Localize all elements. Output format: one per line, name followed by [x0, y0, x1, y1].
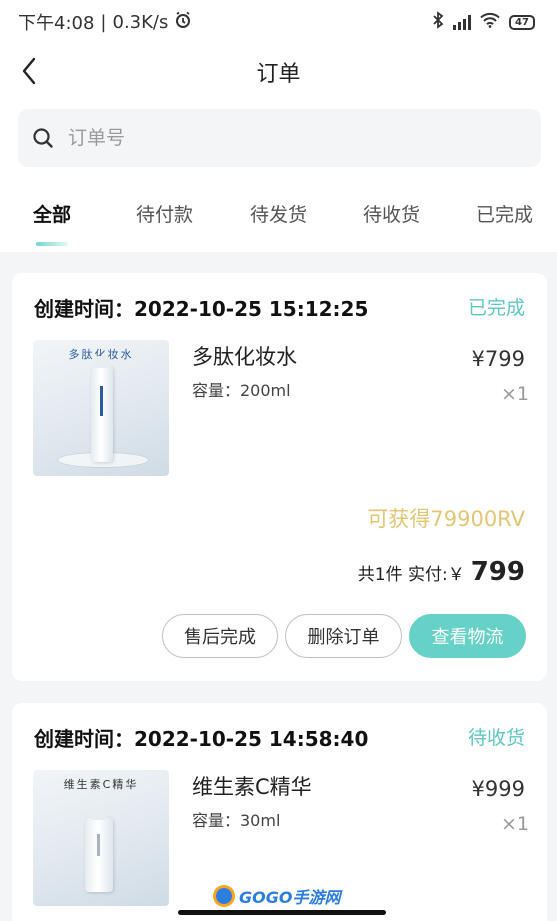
- signal-icon: [453, 14, 471, 30]
- product-image[interactable]: 维生素C精华: [33, 770, 169, 906]
- status-net-speed: 0.3K/s: [112, 11, 169, 33]
- page-title: 订单: [256, 62, 301, 87]
- alarm-icon: [174, 11, 192, 34]
- search-box[interactable]: [18, 109, 541, 167]
- product-quantity: ×1: [500, 813, 529, 835]
- tab-pending-shipment[interactable]: 待发货: [250, 200, 307, 227]
- product-bottle: [85, 804, 113, 892]
- status-right: 47: [432, 11, 535, 33]
- order-total-label: 共1件 实付:￥: [357, 565, 465, 585]
- product-name: 多肽化妆水: [192, 345, 297, 369]
- product-image[interactable]: 多肽化妆水: [33, 340, 169, 476]
- watermark-logo-icon: [213, 885, 235, 907]
- bluetooth-icon: [432, 11, 444, 33]
- product-price: ¥799: [471, 347, 525, 371]
- product-spec: 容量：30ml: [192, 811, 281, 830]
- product-spec: 容量：200ml: [192, 381, 291, 400]
- order-tabs: 全部 待付款 待发货 待收货 已完成: [0, 184, 557, 252]
- order-created-time: 创建时间：2022-10-25 15:12:25: [34, 297, 369, 321]
- view-logistics-button[interactable]: 查看物流: [409, 614, 526, 658]
- order-created-time: 创建时间：2022-10-25 14:58:40: [34, 727, 369, 751]
- order-total-amount: 799: [470, 557, 525, 587]
- order-total: 共1件 实付:￥ 799: [358, 557, 525, 587]
- product-name: 维生素C精华: [192, 775, 312, 799]
- wifi-icon: [480, 12, 500, 32]
- tab-completed[interactable]: 已完成: [476, 200, 533, 227]
- after-sales-button[interactable]: 售后完成: [162, 614, 278, 658]
- status-time: 下午4:08: [18, 13, 95, 34]
- product-image-caption: 维生素C精华: [63, 778, 139, 791]
- nav-bar: 订单: [0, 44, 557, 98]
- tab-all[interactable]: 全部: [33, 200, 71, 227]
- search-section: [0, 98, 557, 184]
- home-indicator[interactable]: [178, 910, 386, 915]
- status-separator: |: [100, 11, 107, 33]
- tab-pending-receipt[interactable]: 待收货: [363, 200, 420, 227]
- tab-indicator: [36, 242, 68, 246]
- status-bar: 下午4:08 | 0.3K/s 47: [0, 0, 557, 44]
- delete-order-button[interactable]: 删除订单: [285, 614, 402, 658]
- product-quantity: ×1: [500, 383, 529, 405]
- order-card[interactable]: 创建时间：2022-10-25 15:12:25 已完成 多肽化妆水 多肽化妆水…: [12, 273, 547, 681]
- watermark-text: GOGO手游网: [239, 888, 341, 907]
- order-status: 已完成: [467, 297, 525, 319]
- search-icon: [33, 128, 53, 148]
- product-price: ¥999: [471, 777, 525, 801]
- product-bottle: [91, 356, 113, 462]
- status-left: 下午4:08 | 0.3K/s: [18, 9, 192, 35]
- order-status: 待收货: [467, 727, 525, 749]
- tab-pending-payment[interactable]: 待付款: [136, 200, 193, 227]
- watermark: GOGO手游网: [213, 884, 340, 908]
- search-input[interactable]: [68, 127, 488, 149]
- rv-reward: 可获得79900RV: [367, 507, 525, 531]
- battery-icon: 47: [509, 14, 535, 30]
